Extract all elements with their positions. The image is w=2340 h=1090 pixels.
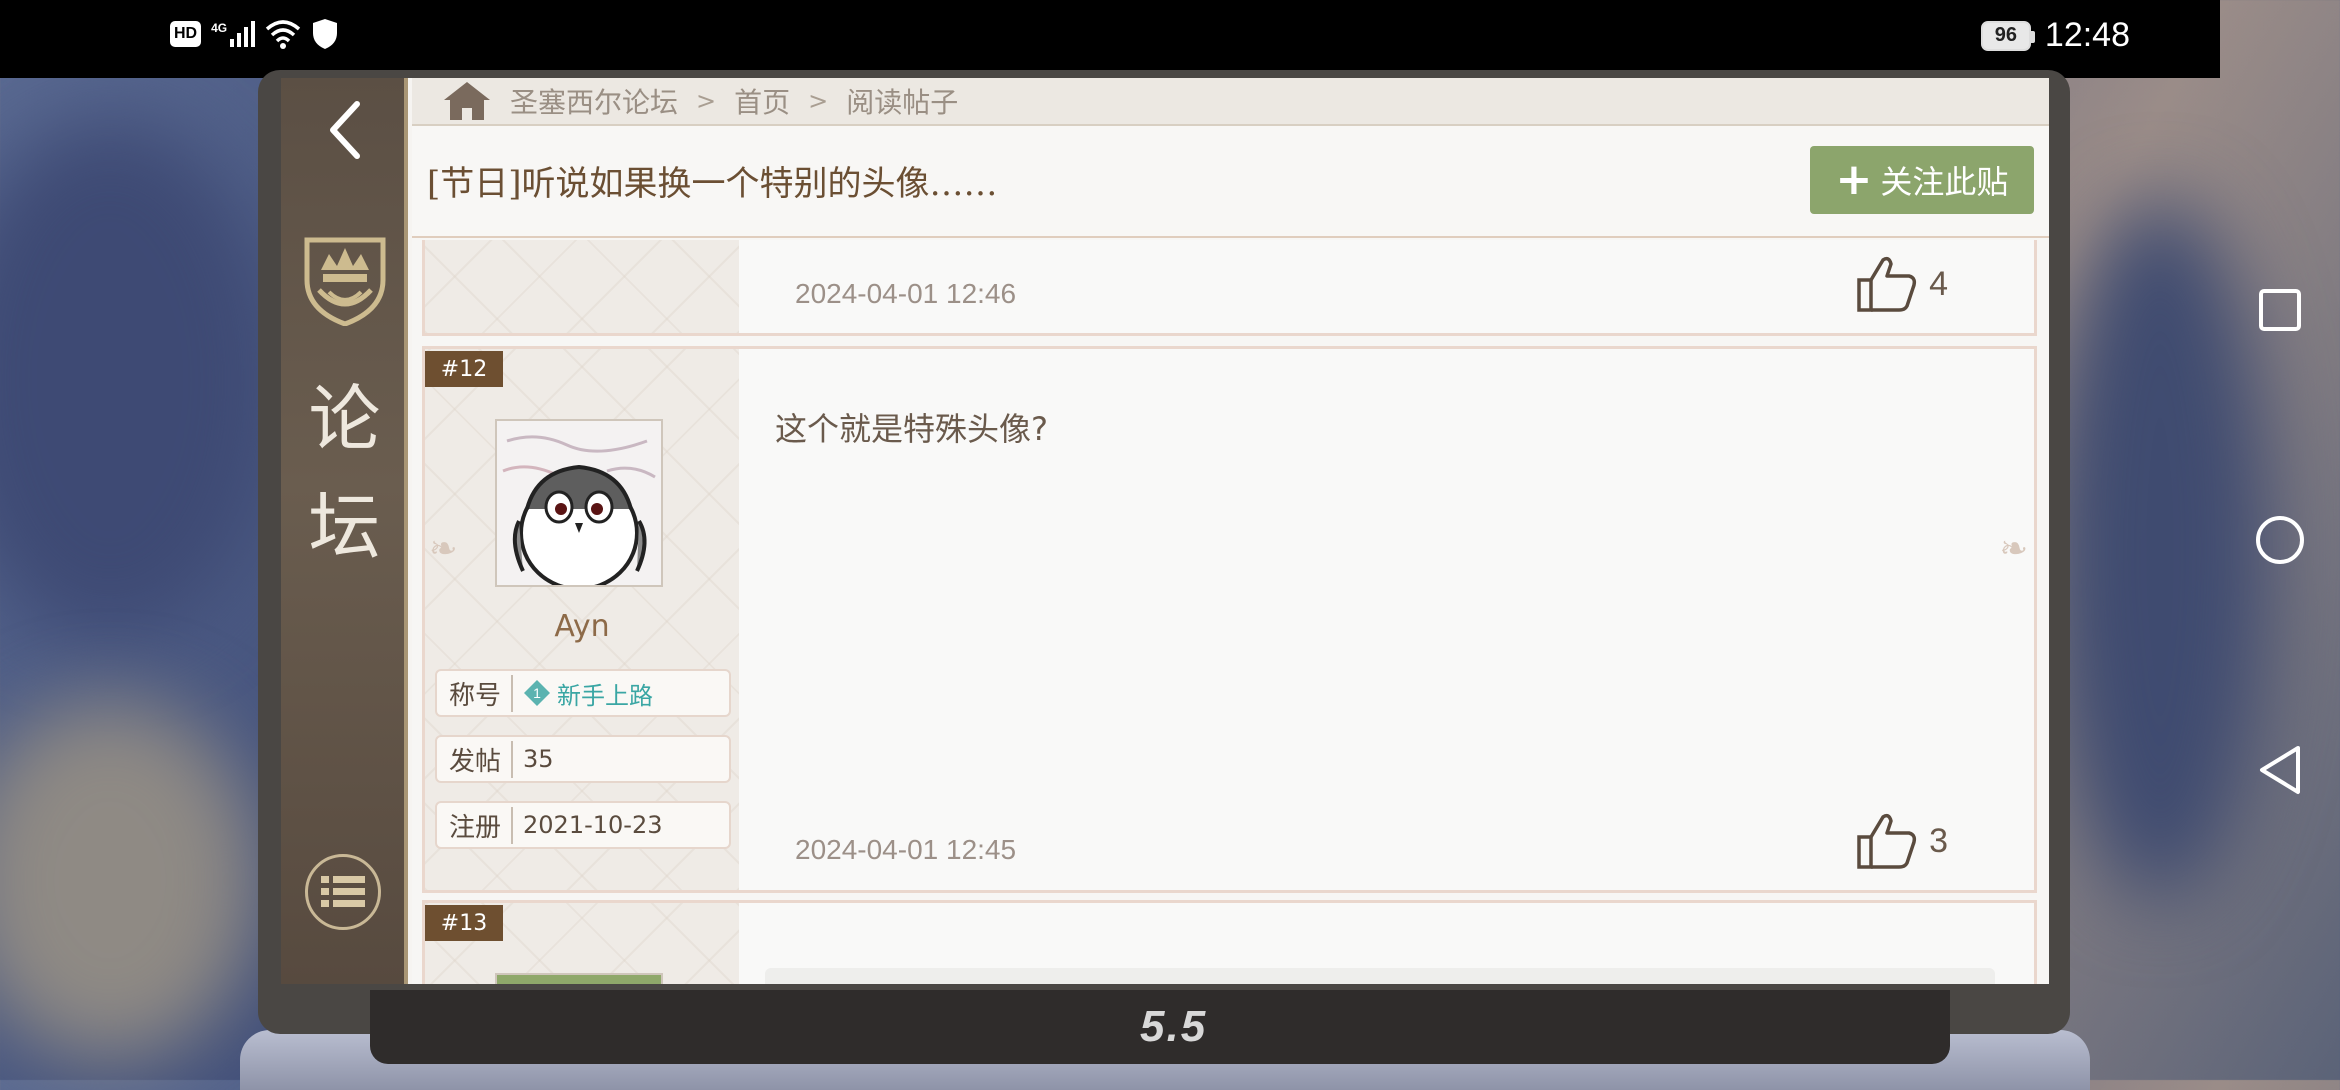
post-author-panel [425, 240, 739, 333]
menu-button[interactable] [305, 854, 381, 930]
like-button[interactable]: 4 [1855, 254, 1948, 314]
laptop-logo: 5.5 [1140, 1002, 1208, 1051]
thread-header: [节日]听说如果换一个特别的头像…… + 关注此贴 [412, 126, 2049, 238]
list-icon [321, 876, 365, 907]
user-register-row: 注册 2021-10-23 [435, 801, 731, 849]
thumbs-up-icon [1857, 256, 1917, 312]
recent-apps-button[interactable] [2220, 265, 2340, 355]
laptop-screen: 论 坛 圣塞西尔论坛 > 首页 > 阅读帖子 [节日]听说如果换一个特别的头像…… [281, 78, 2049, 984]
triangle-back-icon [2260, 746, 2300, 794]
post-author-panel: #13 [425, 903, 739, 984]
status-bar: HD 4G 96 12:48 [0, 0, 2220, 78]
owl-avatar-icon [497, 421, 661, 585]
sidebar: 论 坛 [281, 78, 408, 984]
breadcrumb-current: 阅读帖子 [846, 86, 959, 119]
user-register-value: 2021-10-23 [523, 811, 663, 839]
square-icon [2259, 289, 2301, 331]
signal-icon: 4G [211, 21, 256, 47]
post-item: #13 [422, 900, 2037, 984]
follow-thread-button[interactable]: + 关注此贴 [1810, 146, 2034, 214]
back-nav-button[interactable] [2220, 725, 2340, 815]
home-button[interactable] [2220, 495, 2340, 585]
user-posts-row: 发帖 35 [435, 735, 731, 783]
background-decor [0, 700, 260, 1060]
post-item: #12 Ayn 称号 1 新手上路 发帖 35 注册 2021-10-23 ❧ … [422, 346, 2037, 893]
breadcrumb: 圣塞西尔论坛 > 首页 > 阅读帖子 [412, 78, 2049, 126]
sidebar-title-char: 论 [308, 377, 381, 461]
plus-icon: + [1835, 154, 1873, 205]
post-body [765, 968, 1995, 984]
avatar[interactable] [495, 419, 663, 587]
status-icons: HD 4G [170, 18, 339, 50]
hd-icon: HD [170, 21, 202, 47]
forum-crest-icon [304, 237, 386, 326]
user-posts-value: 35 [523, 745, 554, 773]
follow-thread-label: 关注此贴 [1880, 163, 2009, 201]
floor-number: #12 [425, 351, 503, 387]
username[interactable]: Ayn [425, 609, 739, 644]
chevron-right-icon: > [808, 87, 829, 115]
shield-icon [313, 19, 338, 49]
like-count: 3 [1929, 821, 1948, 860]
status-right: 96 12:48 [1980, 16, 2130, 55]
breadcrumb-forum[interactable]: 圣塞西尔论坛 [510, 81, 678, 121]
sidebar-title-char: 坛 [308, 485, 381, 569]
floor-number: #13 [425, 905, 503, 941]
post-author-panel: #12 Ayn 称号 1 新手上路 发帖 35 注册 2021-10-23 [425, 349, 739, 890]
chevron-left-icon [330, 101, 360, 159]
post-time: 2024-04-01 12:46 [795, 278, 1017, 309]
home-icon[interactable] [442, 82, 492, 120]
battery-icon: 96 [1980, 20, 2035, 51]
post-item: 2024-04-01 12:46 4 [422, 240, 2037, 336]
thread-title: [节日]听说如果换一个特别的头像…… [427, 164, 998, 204]
forum-content: 圣塞西尔论坛 > 首页 > 阅读帖子 [节日]听说如果换一个特别的头像…… + … [412, 78, 2049, 984]
ornament-icon: ❧ [1999, 529, 2029, 569]
background-decor [0, 120, 280, 640]
ornament-icon: ❧ [429, 529, 458, 569]
clock: 12:48 [2044, 16, 2130, 54]
user-register-label: 注册 [449, 806, 514, 844]
breadcrumb-home[interactable]: 首页 [734, 81, 790, 121]
avatar[interactable] [495, 973, 663, 984]
level-badge-icon: 1 [523, 679, 551, 707]
post-body: 这个就是特殊头像? [775, 410, 1048, 448]
user-title-value: 新手上路 [557, 681, 654, 710]
user-posts-label: 发帖 [449, 740, 514, 778]
chevron-right-icon: > [696, 87, 717, 115]
navigation-bar [2220, 0, 2340, 1080]
circle-icon [2256, 516, 2304, 564]
wifi-icon [265, 20, 301, 49]
user-title-label: 称号 [449, 674, 514, 712]
post-time: 2024-04-01 12:45 [795, 834, 1017, 865]
back-button[interactable] [315, 90, 375, 170]
like-count: 4 [1929, 264, 1948, 303]
like-button[interactable]: 3 [1855, 811, 1948, 871]
level-badge-number: 1 [533, 685, 541, 701]
battery-level: 96 [1994, 24, 2018, 46]
thumbs-up-icon [1857, 813, 1917, 869]
user-title-row: 称号 1 新手上路 [435, 669, 731, 717]
network-type: 4G [211, 21, 228, 35]
